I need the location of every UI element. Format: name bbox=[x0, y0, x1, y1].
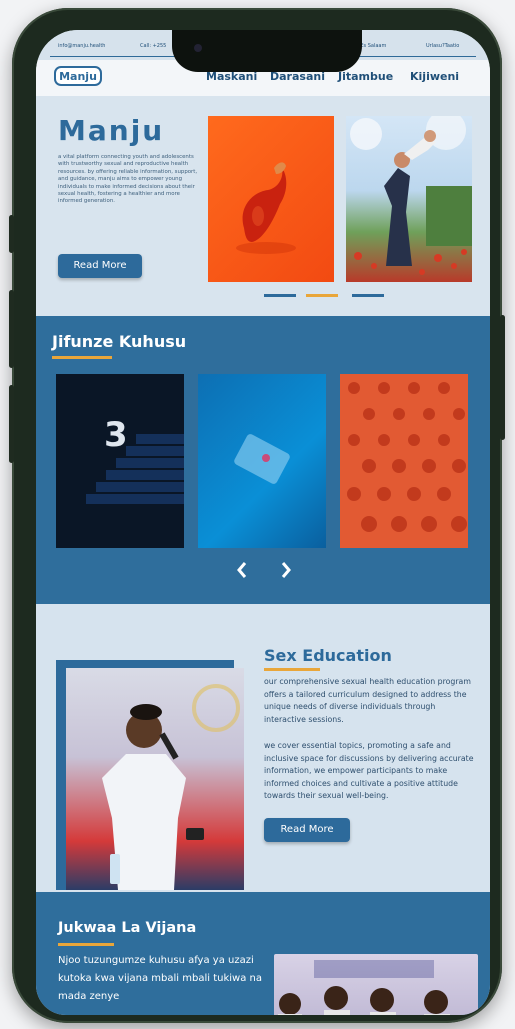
sex-education-paragraph-1: our comprehensive sexual health educatio… bbox=[264, 677, 471, 724]
sex-education-title-underline bbox=[264, 668, 320, 671]
pill-pack-image bbox=[234, 434, 290, 484]
learn-section-title: Jifunze Kuhusu bbox=[52, 332, 187, 351]
hero-image-orange bbox=[208, 116, 334, 282]
learn-card-2[interactable] bbox=[198, 374, 326, 548]
carousel-dot-1[interactable] bbox=[264, 294, 296, 297]
sex-education-paragraph-2: we cover essential topics, promoting a s… bbox=[264, 741, 474, 801]
chevron-right-icon bbox=[281, 562, 291, 578]
speaker-illustration bbox=[102, 684, 240, 890]
learn-title-underline bbox=[52, 356, 112, 359]
hero-image-father-child bbox=[346, 116, 472, 282]
carousel-dot-3[interactable] bbox=[352, 294, 384, 297]
father-child-illustration bbox=[350, 116, 472, 275]
camera-icon bbox=[194, 44, 202, 52]
youth-forum-title: Jukwaa La Vijana bbox=[58, 920, 197, 936]
learn-section: Jifunze Kuhusu 3 bbox=[36, 316, 490, 604]
hero-description: a vital platform connecting youth and ad… bbox=[58, 154, 198, 205]
youth-forum-title-underline bbox=[58, 943, 114, 946]
hero-section: Manju a vital platform connecting youth … bbox=[36, 96, 490, 316]
site-logo[interactable]: Manju bbox=[54, 66, 102, 86]
pepper-illustration bbox=[236, 162, 296, 254]
stairs-image: 3 bbox=[56, 374, 184, 548]
sex-education-section: Sex Education our comprehensive sexual h… bbox=[36, 604, 490, 892]
contact-email[interactable]: info@manju.health bbox=[58, 43, 105, 49]
dots-pattern-image bbox=[340, 374, 468, 548]
contact-phone[interactable]: Call: +255 bbox=[140, 43, 166, 49]
nav-item-kijiweni[interactable]: Kijiweni bbox=[410, 70, 459, 83]
youth-group-illustration bbox=[278, 960, 450, 1015]
phone-side-button bbox=[9, 215, 14, 253]
youth-forum-photo bbox=[274, 954, 478, 1015]
sex-education-title: Sex Education bbox=[264, 646, 392, 665]
learn-card-3[interactable] bbox=[340, 374, 468, 548]
phone-volume-down-button bbox=[9, 385, 14, 463]
nav-item-jitambue[interactable]: Jitambue bbox=[338, 70, 393, 83]
speaker-photo bbox=[66, 668, 244, 890]
carousel-next-button[interactable] bbox=[280, 561, 292, 584]
phone-volume-up-button bbox=[9, 290, 14, 368]
chevron-left-icon bbox=[237, 562, 247, 578]
youth-forum-section: Jukwaa La Vijana Njoo tuzungumze kuhusu … bbox=[36, 892, 490, 1015]
youth-forum-paragraph: Njoo tuzungumze kuhusu afya ya uzazi kut… bbox=[58, 955, 262, 1002]
hero-title: Manju bbox=[58, 114, 165, 147]
sex-education-read-more-button[interactable]: Read More bbox=[264, 818, 350, 842]
hero-read-more-button[interactable]: Read More bbox=[58, 254, 142, 278]
carousel-dot-2[interactable] bbox=[306, 294, 338, 297]
phone-power-button bbox=[500, 315, 505, 440]
carousel-prev-button[interactable] bbox=[236, 561, 248, 584]
learn-card-1[interactable]: 3 bbox=[56, 374, 184, 548]
phone-notch bbox=[172, 30, 362, 72]
contact-support[interactable]: Urlasu?Taatio bbox=[426, 43, 459, 49]
phone-screen: info@manju.health Call: +255 ...lle, Dar… bbox=[36, 30, 490, 1015]
svg-text:3: 3 bbox=[104, 415, 128, 455]
